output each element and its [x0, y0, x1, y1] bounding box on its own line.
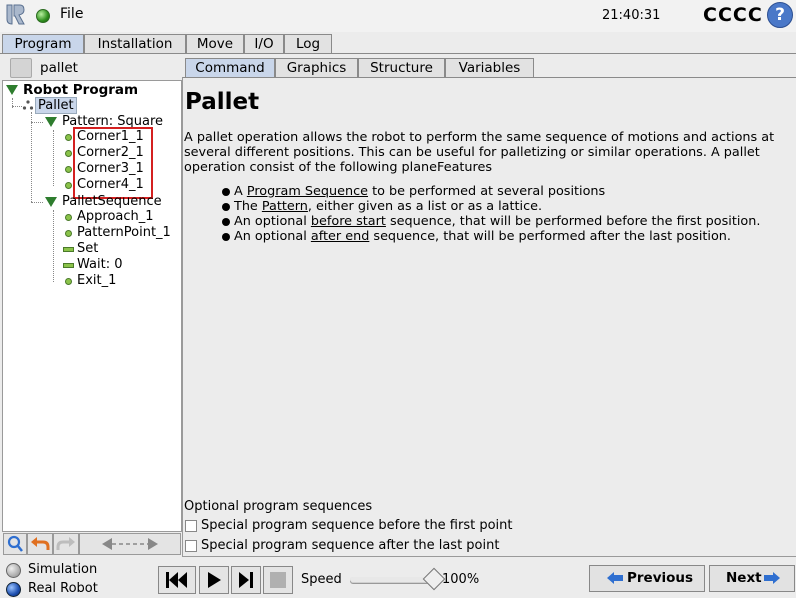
- next-label: Next: [726, 570, 762, 586]
- page-title: Pallet: [185, 89, 260, 115]
- bullet-icon: [222, 233, 230, 241]
- tree-root-label: Robot Program: [23, 82, 139, 98]
- after-last-point-checkbox[interactable]: [185, 540, 197, 552]
- rewind-button[interactable]: [158, 566, 196, 594]
- real-robot-radio[interactable]: [6, 582, 21, 597]
- tab-io[interactable]: I/O: [244, 34, 284, 54]
- skip-back-icon: [166, 572, 187, 588]
- stop-icon: [270, 572, 286, 588]
- tab-divider: [0, 53, 796, 54]
- collapse-triangle-icon[interactable]: [45, 196, 57, 207]
- undo-icon: [31, 537, 50, 550]
- after-last-point-label[interactable]: Special program sequence after the last …: [201, 538, 499, 553]
- speed-label: Speed: [301, 572, 342, 587]
- clock: 21:40:31: [602, 8, 661, 23]
- ur-logo-icon: [6, 4, 25, 25]
- link-pattern[interactable]: Pattern: [262, 199, 308, 214]
- play-button[interactable]: [199, 566, 229, 594]
- tree-item-pallet[interactable]: Pallet: [35, 97, 77, 114]
- collapse-triangle-icon[interactable]: [6, 85, 18, 95]
- bullet-icon: [222, 188, 230, 196]
- speed-value: 100%: [442, 572, 480, 587]
- tab-program[interactable]: Program: [2, 34, 84, 54]
- help-icon[interactable]: ?: [767, 2, 793, 28]
- tab-installation[interactable]: Installation: [84, 34, 186, 54]
- tab-command[interactable]: Command: [185, 58, 275, 77]
- speed-slider-fill: [350, 577, 435, 582]
- robot-name: CCCC: [703, 4, 763, 26]
- link-before-start[interactable]: before start: [311, 214, 386, 229]
- optional-sequences-label: Optional program sequences: [184, 499, 373, 514]
- tab-move[interactable]: Move: [186, 34, 244, 54]
- set-node-icon: [63, 247, 74, 252]
- before-first-point-checkbox[interactable]: [185, 520, 197, 532]
- previous-label: Previous: [627, 570, 694, 586]
- highlight-box: [73, 127, 153, 199]
- tree-item-pattern-point[interactable]: PatternPoint_1: [77, 225, 171, 240]
- bullet-before-start: An optional before start sequence, that …: [234, 214, 761, 229]
- save-icon[interactable]: [10, 58, 32, 78]
- file-menu[interactable]: File: [60, 6, 83, 22]
- arrow-right-icon: [764, 572, 780, 584]
- before-first-point-label[interactable]: Special program sequence before the firs…: [201, 518, 513, 533]
- bullet-icon: [222, 203, 230, 211]
- tab-structure[interactable]: Structure: [358, 58, 445, 77]
- tab-graphics[interactable]: Graphics: [275, 58, 358, 77]
- tab-variables[interactable]: Variables: [445, 58, 534, 77]
- program-name: pallet: [40, 60, 78, 76]
- link-program-sequence[interactable]: Program Sequence: [247, 184, 368, 199]
- bullet-icon: [222, 218, 230, 226]
- move-node-button[interactable]: [79, 533, 181, 555]
- previous-button[interactable]: Previous: [589, 565, 705, 592]
- tree-root[interactable]: Robot Program: [6, 82, 138, 98]
- tree-item-approach[interactable]: Approach_1: [77, 209, 154, 224]
- description-text: A pallet operation allows the robot to p…: [184, 130, 775, 175]
- simulation-label[interactable]: Simulation: [28, 562, 97, 577]
- tree-item-sequence-label: PalletSequence: [62, 194, 162, 209]
- stop-button[interactable]: [263, 566, 293, 594]
- move-arrows-icon: [102, 538, 158, 550]
- leaf-node-icon: [65, 278, 72, 285]
- link-after-end[interactable]: after end: [311, 229, 369, 244]
- redo-button[interactable]: [53, 533, 79, 555]
- bullet-after-end: An optional after end sequence, that wil…: [234, 229, 731, 244]
- collapse-triangle-icon[interactable]: [45, 116, 57, 127]
- leaf-node-icon: [65, 150, 72, 157]
- search-button[interactable]: [3, 533, 27, 555]
- leaf-node-icon: [65, 214, 72, 221]
- leaf-node-icon: [65, 134, 72, 141]
- bullet-program-sequence: A Program Sequence to be performed at se…: [234, 184, 606, 199]
- leaf-node-icon: [65, 230, 72, 237]
- tree-item-pallet-sequence[interactable]: PalletSequence: [45, 194, 162, 209]
- arrow-left-icon: [607, 572, 623, 584]
- undo-button[interactable]: [27, 533, 53, 555]
- step-forward-icon: [239, 572, 253, 588]
- tab-log[interactable]: Log: [284, 34, 332, 54]
- top-bar: [0, 0, 796, 32]
- next-button[interactable]: Next: [709, 565, 795, 592]
- tree-item-wait[interactable]: Wait: 0: [77, 257, 122, 272]
- leaf-node-icon: [65, 182, 72, 189]
- robot-status-icon[interactable]: [36, 9, 50, 23]
- pallet-node-icon: [22, 100, 34, 110]
- real-robot-label[interactable]: Real Robot: [28, 581, 98, 596]
- tree-item-set[interactable]: Set: [77, 241, 98, 256]
- play-icon: [208, 572, 221, 588]
- step-button[interactable]: [231, 566, 261, 594]
- search-icon: [7, 535, 23, 552]
- bullet-pattern: The Pattern, either given as a list or a…: [234, 199, 543, 214]
- leaf-node-icon: [65, 166, 72, 173]
- redo-icon: [56, 537, 75, 550]
- tree-item-exit[interactable]: Exit_1: [77, 273, 116, 288]
- simulation-radio[interactable]: [6, 563, 21, 578]
- wait-node-icon: [63, 263, 74, 268]
